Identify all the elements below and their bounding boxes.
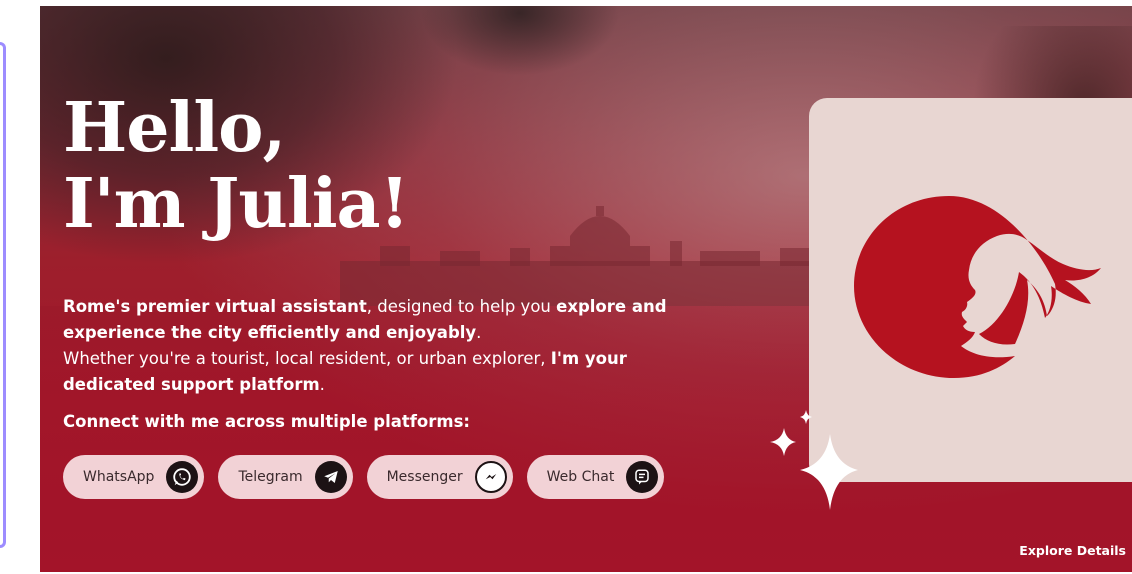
- desc-text: , designed to help you: [366, 297, 557, 316]
- description-paragraph-2: Whether you're a tourist, local resident…: [63, 346, 703, 398]
- whatsapp-icon: [166, 461, 199, 493]
- whatsapp-button[interactable]: WhatsApp: [63, 455, 205, 499]
- hero-title-line-2: I'm Julia!: [63, 164, 409, 244]
- chat-icon: [626, 461, 659, 493]
- connect-heading: Connect with me across multiple platform…: [63, 412, 471, 431]
- hero-banner: Hello, I'm Julia! Rome's premier virtual…: [40, 6, 1132, 572]
- side-panel-frame: [0, 42, 6, 548]
- desc-text: Whether you're a tourist, local resident…: [63, 349, 551, 368]
- rome-skyline-image: [340, 206, 840, 306]
- desc-highlight: Rome's premier virtual assistant: [63, 297, 367, 316]
- desc-text: .: [476, 323, 482, 342]
- sparkle-icon: [770, 410, 858, 510]
- explore-details-link[interactable]: Explore Details: [1019, 543, 1126, 558]
- whatsapp-button-label: WhatsApp: [83, 469, 155, 485]
- hero-title: Hello, I'm Julia!: [63, 88, 409, 244]
- telegram-icon: [314, 461, 347, 493]
- messenger-icon: [474, 461, 507, 493]
- background-trees-top: [420, 6, 620, 76]
- hero-description: Rome's premier virtual assistant, design…: [63, 294, 703, 398]
- julia-logo-icon: [854, 196, 1101, 378]
- web-chat-button-label: Web Chat: [546, 469, 615, 485]
- description-paragraph-1: Rome's premier virtual assistant, design…: [63, 294, 703, 346]
- messenger-button-label: Messenger: [386, 469, 463, 485]
- telegram-button-label: Telegram: [238, 469, 303, 485]
- platform-buttons: WhatsApp Telegram Messenger Web Chat: [63, 455, 665, 499]
- hero-title-line-1: Hello,: [63, 88, 286, 168]
- messenger-button[interactable]: Messenger: [366, 455, 513, 499]
- web-chat-button[interactable]: Web Chat: [526, 455, 665, 499]
- desc-text: .: [319, 375, 325, 394]
- telegram-button[interactable]: Telegram: [218, 455, 353, 499]
